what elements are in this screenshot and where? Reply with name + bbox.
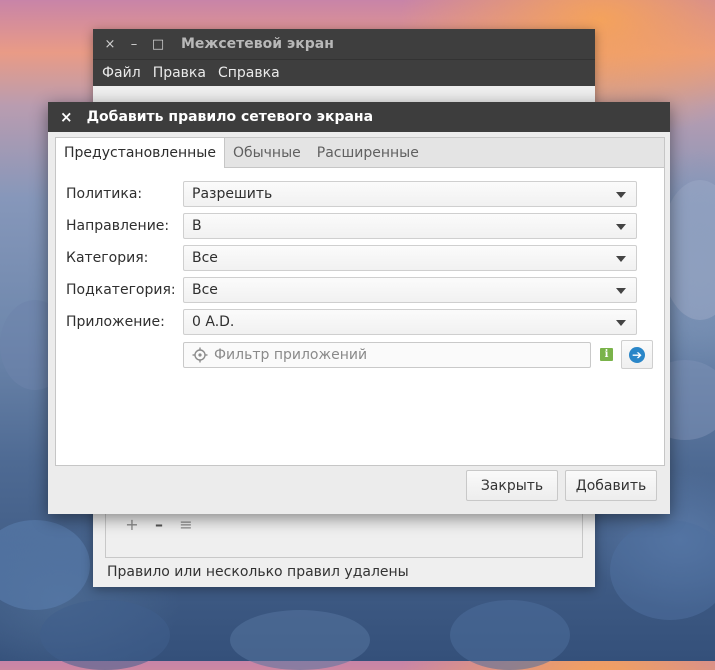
menubar: Файл Правка Справка [93, 59, 595, 86]
arrow-right-circle-icon: ➔ [629, 346, 645, 363]
application-label: Приложение: [66, 314, 165, 330]
category-value: Все [192, 250, 218, 266]
subcategory-value: Все [192, 282, 218, 298]
main-close-icon[interactable]: × [103, 37, 117, 52]
status-text: Правило или несколько правил удалены [107, 564, 409, 580]
app-filter-row: i ➔ [183, 340, 653, 369]
subcategory-row: Подкатегория: Все [66, 276, 637, 304]
direction-row: Направление: В [66, 212, 637, 240]
main-window-title: Межсетевой экран [181, 36, 334, 52]
category-label: Категория: [66, 250, 149, 266]
tab-advanced[interactable]: Расширенные [309, 138, 427, 167]
policy-value: Разрешить [192, 186, 273, 202]
direction-value: В [192, 218, 202, 234]
go-button[interactable]: ➔ [621, 340, 653, 369]
direction-label: Направление: [66, 218, 170, 234]
remove-rule-button[interactable]: – [148, 515, 170, 534]
add-button[interactable]: Добавить [565, 470, 657, 501]
app-filter-input[interactable] [212, 345, 576, 364]
app-filter-field[interactable] [183, 341, 591, 368]
dialog-close-icon[interactable]: × [60, 108, 73, 126]
add-rule-dialog: × Добавить правило сетевого экрана Преду… [48, 102, 670, 514]
application-row: Приложение: 0 A.D. [66, 308, 637, 336]
edit-rule-button[interactable]: ≡ [175, 515, 197, 534]
category-select[interactable]: Все [183, 245, 637, 271]
tab-simple[interactable]: Обычные [225, 138, 309, 167]
direction-select[interactable]: В [183, 213, 637, 239]
rule-tabs-notebook: Предустановленные Обычные Расширенные По… [55, 137, 665, 466]
menu-edit[interactable]: Правка [152, 65, 215, 81]
chevron-down-icon [616, 256, 626, 262]
crosshair-icon [192, 347, 208, 362]
tab-preconfigured[interactable]: Предустановленные [56, 138, 225, 168]
dialog-title: Добавить правило сетевого экрана [86, 109, 374, 125]
chevron-down-icon [616, 224, 626, 230]
main-titlebar: × – □ Межсетевой экран [93, 29, 595, 59]
info-icon[interactable]: i [600, 348, 613, 361]
policy-label: Политика: [66, 186, 143, 202]
menu-file[interactable]: Файл [101, 65, 150, 81]
category-row: Категория: Все [66, 244, 637, 272]
subcategory-label: Подкатегория: [66, 282, 176, 298]
rules-toolbar: + – ≡ [121, 515, 202, 534]
policy-select[interactable]: Разрешить [183, 181, 637, 207]
application-value: 0 A.D. [192, 314, 235, 330]
chevron-down-icon [616, 320, 626, 326]
main-maximize-icon[interactable]: □ [151, 37, 165, 52]
menu-help[interactable]: Справка [217, 65, 289, 81]
application-select[interactable]: 0 A.D. [183, 309, 637, 335]
dialog-titlebar: × Добавить правило сетевого экрана [48, 102, 670, 132]
chevron-down-icon [616, 288, 626, 294]
tab-bar: Предустановленные Обычные Расширенные [56, 138, 664, 168]
chevron-down-icon [616, 192, 626, 198]
main-minimize-icon[interactable]: – [127, 37, 141, 52]
subcategory-select[interactable]: Все [183, 277, 637, 303]
add-rule-button[interactable]: + [121, 515, 143, 534]
close-button[interactable]: Закрыть [466, 470, 558, 501]
policy-row: Политика: Разрешить [66, 180, 637, 208]
rule-form: Политика: Разрешить Направление: В Катег… [56, 168, 664, 465]
